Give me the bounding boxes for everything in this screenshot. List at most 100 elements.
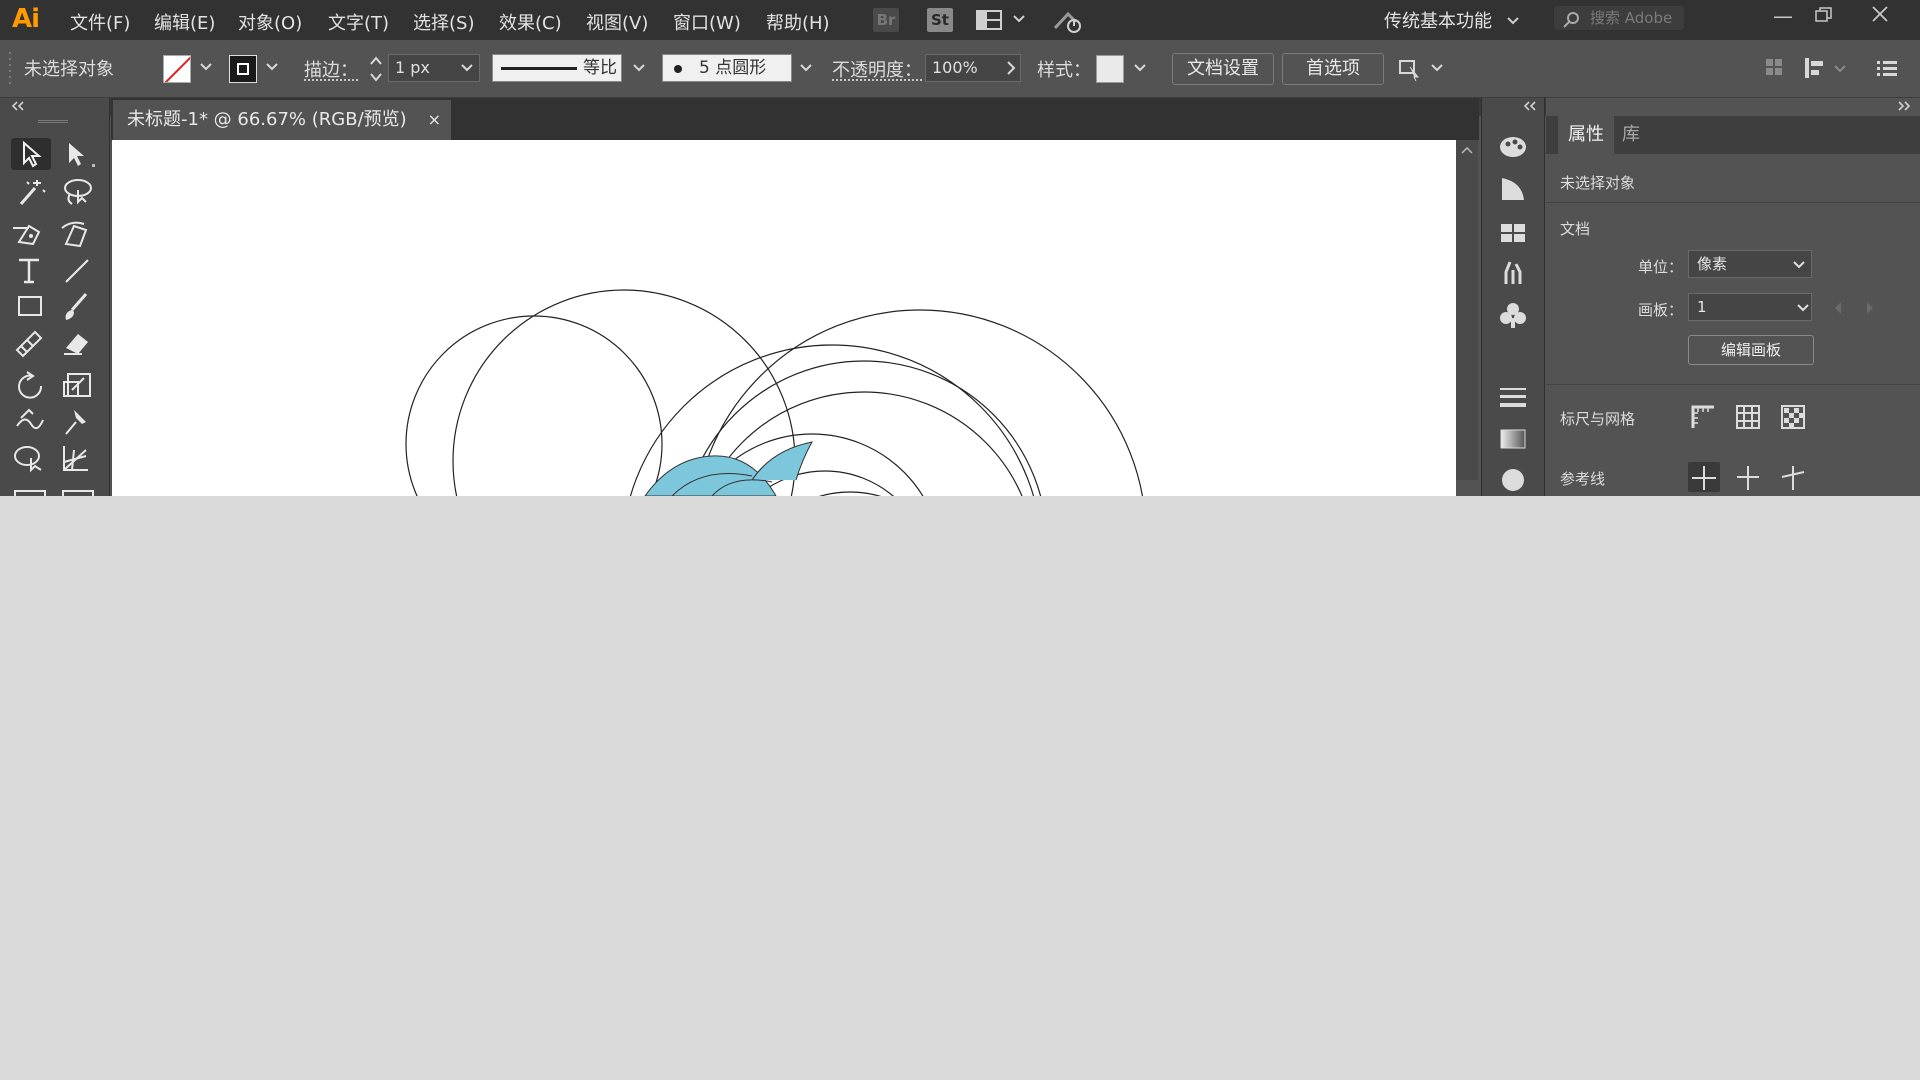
menu-window[interactable]: 窗口(W)	[673, 9, 741, 35]
chevron-down-icon[interactable]	[1134, 63, 1146, 73]
transparency-grid-icon[interactable]	[1780, 404, 1806, 430]
panel-menu-icon[interactable]	[1876, 59, 1898, 79]
paintbrush-tool-icon[interactable]	[58, 290, 98, 322]
smart-guides-icon[interactable]	[1780, 464, 1806, 490]
menu-object[interactable]: 对象(O)	[238, 9, 302, 35]
tab-libraries[interactable]: 库	[1612, 116, 1650, 154]
color-guide-icon[interactable]	[1498, 132, 1528, 162]
filled-shape[interactable]	[751, 441, 813, 481]
symbols-icon[interactable]	[1498, 300, 1528, 330]
control-bar: 未选择对象 描边： 1 px 等比 5 点圆形 不透明度： 100% 样式： 文…	[0, 40, 1920, 98]
fill-swatch[interactable]	[163, 55, 191, 83]
chevron-down-icon[interactable]	[633, 63, 645, 73]
magic-wand-tool-icon[interactable]	[11, 176, 51, 208]
select-similar-icon[interactable]	[1398, 57, 1424, 81]
brush-select[interactable]: 5 点圆形	[662, 54, 792, 82]
bridge-icon[interactable]: Br	[873, 8, 899, 32]
panel-dock	[1481, 98, 1545, 496]
menu-edit[interactable]: 编辑(E)	[154, 9, 215, 35]
restore-icon[interactable]	[1815, 7, 1833, 23]
brushes-icon[interactable]	[1498, 258, 1528, 288]
graphic-style-swatch[interactable]	[1096, 55, 1124, 83]
perspective-grid-tool-icon[interactable]	[58, 442, 98, 474]
gradient-tool-icon[interactable]	[62, 490, 94, 496]
type-tool-icon[interactable]	[11, 254, 51, 286]
grid-icon[interactable]	[1735, 404, 1761, 430]
chevron-down-icon[interactable]	[800, 63, 812, 73]
rulers-icon[interactable]	[1690, 404, 1716, 430]
shape-builder-tool-icon[interactable]	[11, 442, 51, 474]
grip-handle[interactable]	[38, 118, 68, 124]
align-grid-icon[interactable]	[1765, 58, 1783, 76]
stroke-swatch[interactable]	[229, 55, 257, 83]
grip-handle[interactable]	[8, 50, 14, 88]
tab-properties[interactable]: 属性	[1558, 116, 1614, 154]
gpu-performance-icon[interactable]	[1052, 8, 1084, 34]
menu-view[interactable]: 视图(V)	[586, 9, 648, 35]
align-panel-icon[interactable]	[1804, 57, 1826, 79]
close-tab-icon[interactable]: ×	[428, 100, 441, 140]
menu-file[interactable]: 文件(F)	[70, 9, 130, 35]
stroke-label[interactable]: 描边：	[304, 56, 358, 82]
selection-tool-icon[interactable]	[11, 138, 51, 170]
artboard-select[interactable]: 1	[1688, 293, 1812, 321]
edit-artboards-button[interactable]: 编辑画板	[1688, 335, 1814, 365]
opacity-label[interactable]: 不透明度：	[832, 56, 922, 82]
gradient-panel-icon[interactable]	[1498, 424, 1528, 454]
transparency-panel-icon[interactable]	[1498, 464, 1528, 494]
shaper-tool-icon[interactable]	[11, 326, 51, 358]
stroke-profile-select[interactable]: 等比	[492, 54, 622, 82]
document-tab[interactable]: 未标题-1* @ 66.67% (RGB/预览) ×	[113, 100, 451, 140]
chevron-down-icon[interactable]	[1797, 303, 1809, 313]
rectangle-tool-icon[interactable]	[11, 290, 51, 322]
eraser-tool-icon[interactable]	[58, 326, 98, 358]
artwork[interactable]	[112, 140, 1456, 496]
pen-tool-icon[interactable]	[11, 218, 51, 250]
stroke-stepper-icon[interactable]	[369, 55, 383, 83]
stroke-panel-icon[interactable]	[1498, 382, 1528, 412]
collapse-right-icon[interactable]	[1894, 100, 1914, 112]
stock-icon[interactable]: St	[927, 8, 953, 32]
vertical-scrollbar[interactable]	[1456, 140, 1478, 480]
menu-select[interactable]: 选择(S)	[413, 9, 474, 35]
line-tool-icon[interactable]	[58, 254, 98, 286]
curvature-tool-icon[interactable]	[58, 218, 98, 250]
canvas-area[interactable]	[111, 140, 1479, 496]
workspace-switcher[interactable]: 传统基本功能	[1384, 7, 1492, 33]
chevron-down-icon[interactable]	[1431, 63, 1443, 73]
chevron-down-icon[interactable]	[266, 62, 278, 72]
mesh-tool-icon[interactable]	[14, 490, 46, 496]
next-artboard-icon[interactable]	[1865, 301, 1875, 315]
menu-effect[interactable]: 效果(C)	[499, 9, 562, 35]
document-setup-button[interactable]: 文档设置	[1172, 53, 1274, 85]
brush-dot-icon	[674, 65, 682, 73]
minimize-icon[interactable]: —	[1773, 4, 1793, 28]
preferences-button[interactable]: 首选项	[1282, 53, 1384, 85]
previous-artboard-icon[interactable]	[1833, 301, 1843, 315]
scale-tool-icon[interactable]	[58, 370, 98, 402]
warp-tool-icon[interactable]	[11, 406, 51, 438]
rotate-tool-icon[interactable]	[11, 370, 51, 402]
artboard[interactable]	[112, 140, 1456, 496]
chevron-down-icon[interactable]	[1507, 16, 1519, 26]
swatches-icon[interactable]	[1498, 218, 1528, 248]
collapse-left-icon[interactable]	[8, 100, 28, 112]
chevron-right-icon[interactable]	[1006, 61, 1016, 75]
collapse-left-icon[interactable]	[1520, 100, 1540, 112]
close-icon[interactable]	[1872, 6, 1888, 22]
lasso-tool-icon[interactable]	[58, 176, 98, 208]
menu-help[interactable]: 帮助(H)	[766, 9, 830, 35]
puppet-warp-tool-icon[interactable]	[58, 406, 98, 438]
scroll-up-icon[interactable]	[1461, 146, 1473, 154]
chevron-down-icon[interactable]	[461, 63, 473, 73]
arrange-documents-icon[interactable]	[976, 10, 1002, 30]
chevron-down-icon[interactable]	[1793, 260, 1805, 270]
show-guides-icon[interactable]	[1688, 462, 1720, 492]
color-panel-icon[interactable]	[1498, 174, 1528, 204]
lock-guides-icon[interactable]	[1735, 464, 1761, 490]
menu-type[interactable]: 文字(T)	[328, 9, 389, 35]
direct-selection-tool-icon[interactable]	[58, 138, 98, 170]
chevron-down-icon[interactable]	[200, 62, 212, 72]
chevron-down-icon[interactable]	[1013, 14, 1025, 24]
chevron-down-icon[interactable]	[1834, 64, 1846, 74]
